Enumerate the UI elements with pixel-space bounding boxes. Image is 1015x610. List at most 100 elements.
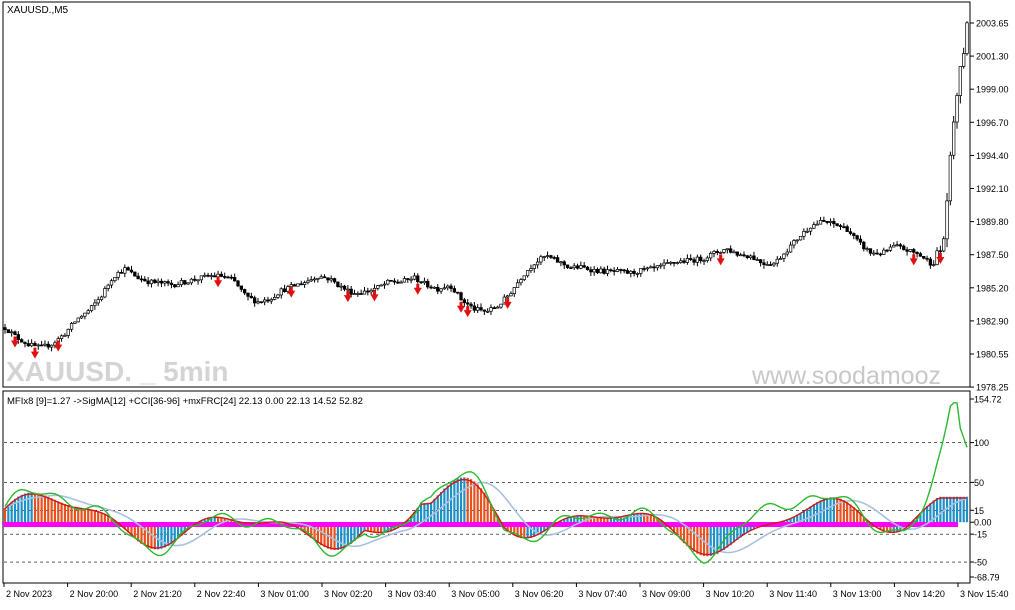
zero-band (3, 522, 958, 527)
candle-body (199, 275, 204, 281)
candle-body (918, 253, 923, 257)
candle-body (119, 272, 124, 274)
price-axis-label: 1994.40 (976, 151, 1009, 161)
candle-body (223, 276, 227, 278)
candle-body (279, 288, 283, 296)
histogram-bar (809, 506, 812, 523)
candle-body (306, 280, 310, 283)
candle-body (609, 269, 613, 272)
candle-body (226, 276, 230, 279)
candle-body (649, 266, 653, 269)
candle-body (865, 248, 869, 250)
candle-body (169, 282, 174, 285)
candle-body (612, 270, 616, 272)
candle-body (835, 223, 839, 226)
candle-body (329, 278, 333, 281)
price-axis-label: 1980.55 (976, 350, 1009, 360)
candle-body (878, 253, 883, 256)
candle-body (742, 254, 746, 257)
indicator-panel[interactable] (2, 390, 971, 584)
candle-body (735, 251, 739, 256)
candle-body (249, 295, 253, 299)
histogram-bar (463, 477, 466, 523)
chart-window[interactable]: XAUUSD. _ 5min www.soodamooz XAUUSD.,M5 … (0, 0, 1015, 605)
candle-body (712, 251, 716, 254)
candle-body (326, 277, 330, 281)
price-panel[interactable] (2, 1, 971, 388)
candle-body (213, 275, 217, 278)
candle-body (389, 279, 393, 282)
indicator-axis-label: -15 (974, 530, 987, 540)
candle-body (888, 246, 893, 251)
candle-body (615, 269, 620, 272)
candle-body (639, 268, 643, 274)
candle-body (113, 276, 117, 282)
time-axis-label: 3 Nov 09:00 (642, 589, 691, 599)
candle-body (782, 253, 786, 259)
candle-body (948, 154, 953, 202)
candle-body (539, 256, 543, 263)
price-axis-label: 1985.20 (976, 283, 1009, 293)
candle-body (655, 265, 660, 269)
time-axis-label: 3 Nov 06:20 (515, 589, 564, 599)
candle-body (672, 261, 676, 264)
candle-body (619, 269, 623, 271)
candle-body (875, 252, 879, 255)
histogram-bar (702, 522, 706, 557)
candle-body (129, 269, 134, 273)
candle-body (109, 280, 114, 286)
candle-body (3, 327, 7, 330)
candle-body (499, 303, 503, 308)
candle-body (525, 270, 530, 277)
histogram-bar (842, 500, 845, 523)
price-axis-label: 1992.10 (976, 184, 1009, 194)
candle-body (382, 283, 387, 286)
candle-body (439, 288, 443, 292)
candle-body (416, 275, 420, 283)
indicator-header: MFIx8 [9]=1.27 ->SigMA[12] +CCI[36-96] +… (7, 396, 363, 407)
candle-body (23, 341, 27, 344)
candle-body (193, 278, 197, 281)
candle-body (595, 269, 600, 274)
candle-body (486, 310, 490, 313)
candle-body (515, 282, 520, 288)
candle-body (599, 268, 603, 274)
candle-body (336, 281, 340, 288)
time-axis-label: 3 Nov 07:40 (578, 589, 627, 599)
histogram-bar (67, 505, 70, 523)
candle-body (582, 265, 586, 268)
candle-body (206, 274, 210, 277)
candle-body (625, 270, 630, 274)
histogram-bar (812, 504, 815, 523)
candle-body (732, 251, 736, 254)
candle-body (139, 278, 144, 281)
candle-body (422, 280, 427, 284)
candle-body (449, 285, 453, 289)
candle-body (379, 284, 383, 287)
candle-body (146, 280, 150, 285)
histogram-bar (87, 508, 90, 523)
candle-body (229, 276, 234, 279)
candle-body (905, 249, 909, 252)
candle-body (602, 268, 606, 274)
histogram-bar (429, 502, 433, 523)
candle-body (10, 331, 14, 334)
candle-body (605, 269, 610, 274)
candle-body (39, 344, 44, 347)
candle-body (695, 256, 700, 263)
candle-body (272, 297, 277, 300)
histogram-bar (449, 482, 453, 523)
histogram-bar (459, 477, 463, 523)
chart-canvas[interactable]: XAUUSD. _ 5min www.soodamooz XAUUSD.,M5 … (0, 0, 1015, 605)
candle-body (575, 265, 580, 269)
candle-body (372, 287, 377, 291)
candle-body (149, 279, 154, 285)
candle-body (256, 301, 260, 304)
candle-body (958, 66, 962, 96)
candle-body (316, 277, 320, 280)
candle-body (795, 239, 799, 242)
candle-body (509, 293, 513, 297)
candle-body (69, 323, 74, 330)
candle-body (339, 285, 343, 288)
candle-body (915, 251, 919, 255)
